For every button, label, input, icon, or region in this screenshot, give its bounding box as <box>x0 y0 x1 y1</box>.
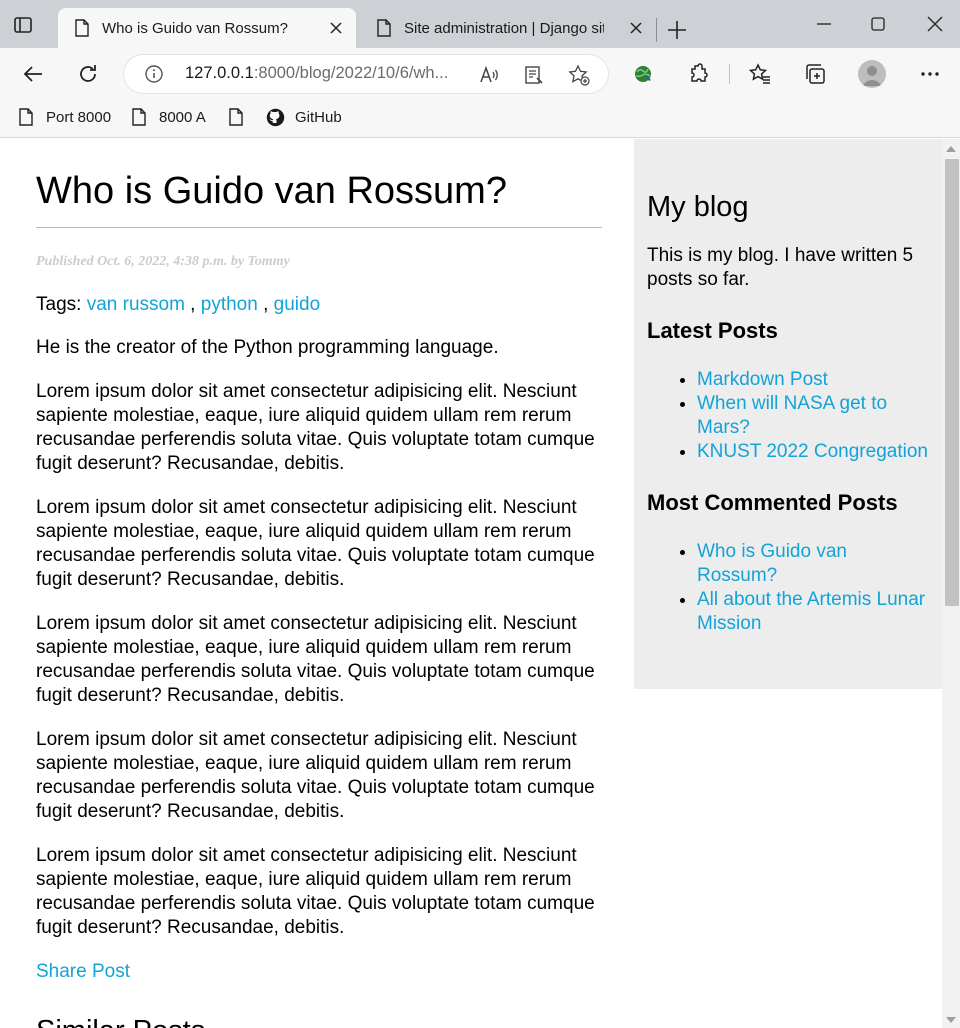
list-item: KNUST 2022 Congregation <box>697 440 932 464</box>
post-tags: Tags: van russom , python , guido <box>36 294 602 316</box>
tags-label: Tags: <box>36 294 87 315</box>
most-commented-heading: Most Commented Posts <box>647 490 898 515</box>
tab-active[interactable]: Who is Guido van Rossum? <box>58 8 356 48</box>
post-body: He is the creator of the Python programm… <box>36 336 602 940</box>
favorites-icon[interactable] <box>748 62 772 86</box>
latest-posts-heading: Latest Posts <box>647 318 778 343</box>
favorite-github[interactable]: GitHub <box>266 106 342 128</box>
latest-posts-list: Markdown Post When will NASA get to Mars… <box>647 368 932 464</box>
sidebar-description: This is my blog. I have written 5 posts … <box>647 245 914 290</box>
list-item: Markdown Post <box>697 368 932 392</box>
page-icon <box>229 108 243 126</box>
url-path: :8000/blog/2022/10/6/wh... <box>253 64 449 82</box>
page-viewport: Who is Guido van Rossum? Published Oct. … <box>0 139 942 1028</box>
list-item: When will NASA get to Mars? <box>697 392 932 440</box>
new-tab-icon[interactable] <box>666 19 688 41</box>
latest-post-link[interactable]: KNUST 2022 Congregation <box>697 441 928 462</box>
url-text[interactable]: 127.0.0.1:8000/blog/2022/10/6/wh... <box>185 64 467 83</box>
extensions-icon[interactable] <box>686 62 710 86</box>
window-close-icon[interactable] <box>925 14 945 34</box>
minimize-icon[interactable] <box>814 14 834 34</box>
favorite-label: GitHub <box>295 108 342 126</box>
close-icon[interactable] <box>628 20 644 36</box>
favorite-label: Port 8000 <box>46 108 112 126</box>
latest-post-link[interactable]: Markdown Post <box>697 369 828 390</box>
collections-icon[interactable] <box>803 62 827 86</box>
most-commented-link[interactable]: All about the Artemis Lunar Mission <box>697 589 925 634</box>
tab-title: Site administration | Django site admin <box>404 19 604 37</box>
list-item: All about the Artemis Lunar Mission <box>697 588 932 636</box>
tag-link[interactable]: van russom <box>87 294 185 315</box>
scroll-up-arrow-icon[interactable] <box>946 146 956 152</box>
tab-separator <box>656 18 657 42</box>
tab-strip: Who is Guido van Rossum? Site administra… <box>0 0 960 48</box>
more-menu-icon[interactable] <box>918 62 942 86</box>
sidebar: My blog This is my blog. I have written … <box>634 139 942 689</box>
toolbar-divider <box>729 64 730 84</box>
reader-view-icon[interactable] <box>523 64 545 86</box>
favorite-port-8000[interactable]: Port 8000 <box>18 106 111 128</box>
list-item: Who is Guido van Rossum? <box>697 540 932 588</box>
scroll-down-arrow-icon[interactable] <box>946 1017 956 1023</box>
page-icon <box>19 108 33 126</box>
back-arrow-icon[interactable] <box>21 62 45 86</box>
post-paragraph: Lorem ipsum dolor sit amet consectetur a… <box>36 381 595 474</box>
post-intro: He is the creator of the Python programm… <box>36 337 499 358</box>
page-icon <box>132 108 146 126</box>
sidebar-title: My blog <box>647 191 749 223</box>
close-icon[interactable] <box>328 20 344 36</box>
share-post-link[interactable]: Share Post <box>36 961 130 982</box>
latest-post-link[interactable]: When will NASA get to Mars? <box>697 393 887 438</box>
tag-link[interactable]: python <box>201 294 258 315</box>
tag-separator: , <box>184 294 201 315</box>
post-paragraph: Lorem ipsum dolor sit amet consectetur a… <box>36 497 595 590</box>
post-paragraph: Lorem ipsum dolor sit amet consectetur a… <box>36 613 595 706</box>
page-scrollbar[interactable] <box>942 139 960 1028</box>
extension-globe-icon[interactable] <box>631 62 655 86</box>
scrollbar-thumb[interactable] <box>945 159 959 606</box>
post-content: Who is Guido van Rossum? Published Oct. … <box>36 139 602 1028</box>
most-commented-link[interactable]: Who is Guido van Rossum? <box>697 541 847 586</box>
favorite-label: 8000 A <box>159 108 206 126</box>
profile-icon <box>862 66 882 86</box>
address-bar[interactable]: 127.0.0.1:8000/blog/2022/10/6/wh... <box>124 55 608 93</box>
favorite-untitled[interactable] <box>228 106 256 128</box>
post-paragraph: Lorem ipsum dolor sit amet consectetur a… <box>36 845 595 938</box>
page-icon <box>75 19 89 37</box>
tag-link[interactable]: guido <box>274 294 321 315</box>
profile-avatar[interactable] <box>858 60 886 88</box>
add-favorite-icon[interactable] <box>568 64 590 86</box>
info-icon[interactable] <box>144 64 164 84</box>
post-paragraph: Lorem ipsum dolor sit amet consectetur a… <box>36 729 595 822</box>
browser-toolbar: 127.0.0.1:8000/blog/2022/10/6/wh... <box>0 48 960 100</box>
tab-inactive[interactable]: Site administration | Django site admin <box>360 8 656 48</box>
read-aloud-icon[interactable] <box>478 64 500 86</box>
most-commented-list: Who is Guido van Rossum? All about the A… <box>647 540 932 636</box>
github-icon <box>266 108 285 126</box>
maximize-icon[interactable] <box>868 14 888 34</box>
post-title: Who is Guido van Rossum? <box>36 169 602 228</box>
post-meta: Published Oct. 6, 2022, 4:38 p.m. by Tom… <box>36 254 290 269</box>
favorites-bar: Port 8000 8000 A GitHub <box>0 100 960 138</box>
tab-title: Who is Guido van Rossum? <box>102 19 288 37</box>
page-icon <box>377 19 391 37</box>
tab-actions-icon[interactable] <box>12 14 34 36</box>
tag-separator: , <box>257 294 274 315</box>
similar-posts-heading: Similar Posts <box>36 1015 602 1028</box>
favorite-8000-a[interactable]: 8000 A <box>131 106 206 128</box>
url-host: 127.0.0.1 <box>185 64 254 82</box>
refresh-icon[interactable] <box>76 62 100 86</box>
